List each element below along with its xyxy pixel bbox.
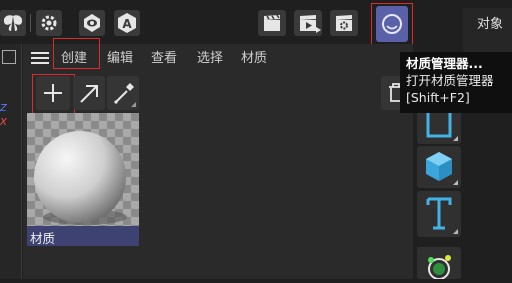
right-panel-strip	[463, 36, 512, 52]
arrow-icon	[80, 85, 98, 103]
menu-bar: 创建 编辑 查看 选择 材质	[0, 50, 300, 68]
generator-icon	[428, 255, 451, 280]
tooltip-description: 打开材质管理器	[406, 73, 494, 88]
gear-icon[interactable]	[36, 10, 62, 36]
tooltip: 材质管理器... 打开材质管理器 [Shift+F2]	[400, 52, 512, 113]
tooltip-shortcut: [Shift+F2]	[406, 90, 470, 105]
butterfly-icon[interactable]	[0, 10, 26, 36]
text-tool-button[interactable]	[417, 191, 461, 237]
eye-icon[interactable]	[79, 10, 105, 36]
toolbar-divider	[30, 14, 31, 32]
left-side-panel	[0, 44, 22, 279]
menu-item-edit[interactable]: 编辑	[107, 50, 133, 68]
menu-item-select[interactable]: 选择	[197, 50, 223, 68]
material-name: 材质	[30, 231, 56, 246]
material-label-bar: 材质	[27, 226, 139, 246]
menu-item-view[interactable]: 查看	[151, 50, 177, 68]
tab-objects-label: 对象	[477, 17, 504, 32]
svg-text:A: A	[122, 17, 132, 31]
highlight-material-manager	[371, 3, 413, 50]
tab-objects[interactable]: 对象	[463, 8, 512, 36]
clapperboard-gear-icon[interactable]	[330, 10, 358, 36]
menu-item-material[interactable]: 材质	[241, 50, 267, 68]
highlight-new-material	[32, 74, 75, 115]
cube-button[interactable]	[417, 146, 461, 188]
clapperboard-play-icon[interactable]	[294, 10, 322, 36]
apply-material-button[interactable]	[73, 76, 105, 110]
axis-letter-x: X	[0, 117, 7, 128]
axis-letter-z: Z	[0, 103, 7, 114]
material-thumbnail[interactable]: 材质	[27, 113, 139, 246]
tooltip-title: 材质管理器...	[406, 56, 483, 71]
highlight-create-menu	[53, 38, 100, 69]
generator-button[interactable]	[417, 247, 461, 280]
clapperboard-icon[interactable]	[258, 10, 286, 36]
hexagon-a-icon[interactable]: A	[114, 10, 140, 36]
eyedropper-button[interactable]	[107, 76, 139, 110]
